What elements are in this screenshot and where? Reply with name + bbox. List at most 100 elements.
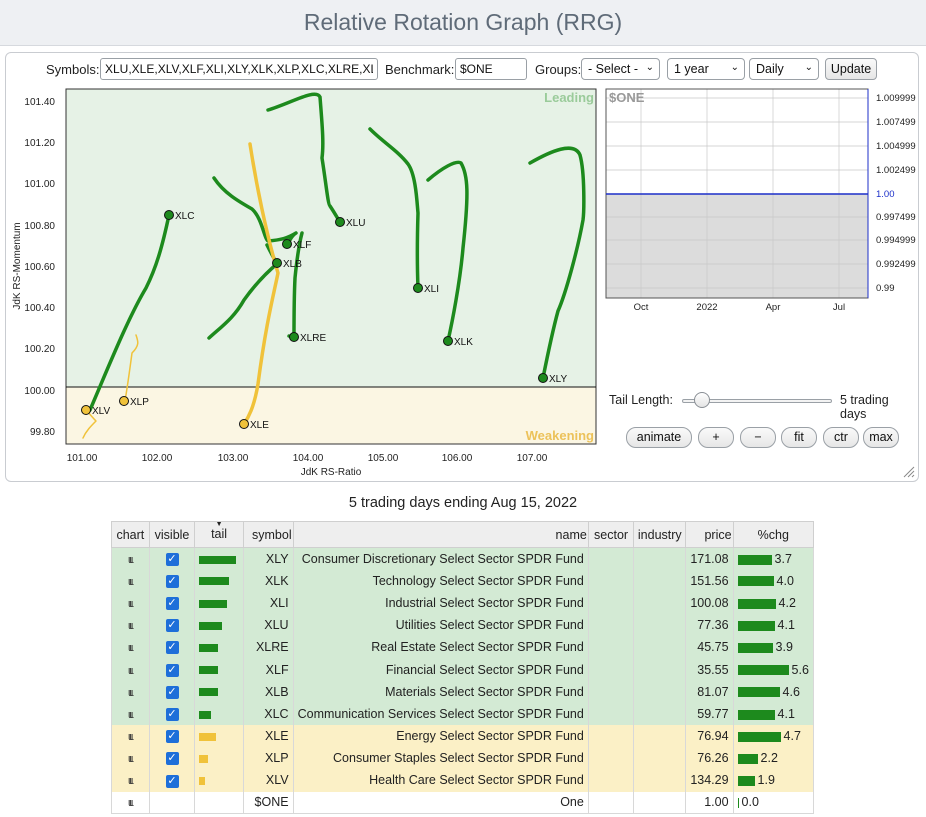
visible-checkbox[interactable]: ✓ — [165, 685, 179, 699]
chart-cell[interactable]: ɩɩɩ — [111, 658, 150, 681]
xlp-marker[interactable] — [119, 396, 129, 406]
xlv-marker[interactable] — [81, 405, 91, 415]
xlre-marker[interactable] — [289, 332, 299, 342]
visible-checkbox[interactable]: ✓ — [165, 752, 179, 766]
chevron-down-icon: ⌄ — [730, 62, 739, 73]
chart-cell[interactable]: ɩɩɩ — [111, 569, 150, 592]
column-header-visible[interactable]: visible — [148, 521, 196, 548]
visible-cell[interactable]: ✓ — [148, 747, 196, 770]
visible-cell[interactable]: ✓ — [148, 702, 196, 725]
column-header-symbol[interactable]: symbol — [242, 521, 294, 548]
visible-checkbox[interactable]: ✓ — [165, 663, 179, 677]
candlestick-chart-icon[interactable]: ɩɩɩ — [128, 797, 133, 809]
table-row[interactable]: ɩɩɩ ✓ XLV Health Care Select Sector SPDR Fu… — [111, 769, 815, 792]
chart-cell[interactable]: ɩɩɩ — [111, 725, 150, 748]
page-title: Relative Rotation Graph (RRG) — [0, 0, 926, 46]
table-row[interactable]: ɩɩɩ ✓ XLI Industrial Select Sector SPDR Fun… — [111, 591, 815, 615]
xlk-marker[interactable] — [443, 336, 453, 346]
visible-cell[interactable]: ✓ — [148, 591, 196, 615]
visible-checkbox[interactable]: ✓ — [165, 641, 179, 655]
candlestick-chart-icon[interactable]: ɩɩɩ — [128, 620, 133, 632]
max-button[interactable]: max — [863, 427, 899, 448]
zoom-in-button[interactable]: + — [698, 427, 734, 448]
chart-cell[interactable]: ɩɩɩ — [111, 747, 150, 770]
table-row[interactable]: ɩɩɩ ✓ XLK Technology Select Sector SPDR Fun… — [111, 569, 815, 592]
visible-cell[interactable]: ✓ — [148, 614, 196, 637]
candlestick-chart-icon[interactable]: ɩɩɩ — [128, 709, 133, 721]
visible-cell[interactable]: ✓ — [148, 636, 196, 659]
frequency-select[interactable]: Daily ⌄ — [749, 58, 819, 80]
xle-marker[interactable] — [239, 419, 249, 429]
visible-checkbox[interactable]: ✓ — [165, 597, 179, 611]
table-row[interactable]: ɩɩɩ $ONE One 1.00 0.0 — [111, 791, 815, 815]
table-row[interactable]: ɩɩɩ ✓ XLB Materials Select Sector SPDR Fund… — [111, 680, 815, 703]
chart-cell[interactable]: ɩɩɩ — [111, 702, 150, 725]
chart-cell[interactable]: ɩɩɩ — [111, 680, 150, 703]
candlestick-chart-icon[interactable]: ɩɩɩ — [128, 775, 133, 787]
visible-cell[interactable] — [148, 791, 196, 815]
chart-cell[interactable]: ɩɩɩ — [111, 547, 150, 570]
visible-checkbox[interactable]: ✓ — [165, 552, 179, 566]
visible-cell[interactable]: ✓ — [148, 680, 196, 703]
column-header-chart[interactable]: chart — [111, 521, 150, 548]
chart-cell[interactable]: ɩɩɩ — [111, 591, 150, 615]
xlf-marker[interactable] — [282, 239, 292, 249]
table-row[interactable]: ɩɩɩ ✓ XLC Communication Services Select Sec… — [111, 702, 815, 725]
tail-length-slider-thumb[interactable] — [694, 392, 710, 408]
visible-checkbox[interactable]: ✓ — [165, 574, 179, 588]
chart-cell[interactable]: ɩɩɩ — [111, 769, 150, 792]
candlestick-chart-icon[interactable]: ɩɩɩ — [128, 687, 133, 699]
pct-change-cell: 4.1 — [732, 614, 815, 637]
table-row[interactable]: ɩɩɩ ✓ XLU Utilities Select Sector SPDR Fund… — [111, 614, 815, 637]
resize-grip-icon[interactable] — [903, 466, 915, 478]
candlestick-chart-icon[interactable]: ɩɩɩ — [128, 598, 133, 610]
xlb-marker[interactable] — [272, 258, 282, 268]
zoom-out-button[interactable]: − — [740, 427, 776, 448]
xlc-marker[interactable] — [164, 210, 174, 220]
chart-cell[interactable]: ɩɩɩ — [111, 614, 150, 637]
column-header-sector[interactable]: sector — [587, 521, 635, 548]
xlu-marker[interactable] — [335, 217, 345, 227]
xly-marker[interactable] — [538, 373, 548, 383]
animate-button[interactable]: animate — [626, 427, 692, 448]
x-tick-labels: 101.00 102.00 103.00 104.00 105.00 106.00 107.… — [67, 453, 548, 464]
candlestick-chart-icon[interactable]: ɩɩɩ — [128, 576, 133, 588]
column-header-industry[interactable]: industry — [633, 521, 687, 548]
visible-checkbox[interactable]: ✓ — [165, 708, 179, 721]
chart-cell[interactable]: ɩɩɩ — [111, 791, 150, 815]
column-header-price[interactable]: price — [685, 521, 734, 548]
period-select[interactable]: 1 year ⌄ — [667, 58, 745, 80]
candlestick-chart-icon[interactable]: ɩɩɩ — [128, 642, 133, 654]
candlestick-chart-icon[interactable]: ɩɩɩ — [128, 753, 133, 765]
candlestick-chart-icon[interactable]: ɩɩɩ — [128, 731, 133, 743]
visible-cell[interactable]: ✓ — [148, 569, 196, 592]
candlestick-chart-icon[interactable]: ɩɩɩ — [128, 665, 133, 677]
pct-change-cell: 4.2 — [732, 591, 815, 615]
y-tick-label: 100.80 — [24, 221, 55, 232]
update-button[interactable]: Update — [825, 58, 877, 80]
table-row[interactable]: ɩɩɩ ✓ XLY Consumer Discretionary Select Sec… — [111, 547, 815, 570]
visible-cell[interactable]: ✓ — [148, 658, 196, 681]
visible-cell[interactable]: ✓ — [148, 725, 196, 748]
symbols-input[interactable] — [100, 58, 378, 80]
benchmark-input[interactable] — [455, 58, 527, 80]
xli-marker[interactable] — [413, 283, 423, 293]
column-header-name[interactable]: name — [292, 521, 589, 548]
center-button[interactable]: ctr — [823, 427, 859, 448]
column-header-pctchg[interactable]: %chg — [732, 521, 815, 548]
table-row[interactable]: ɩɩɩ ✓ XLE Energy Select Sector SPDR Fund 76.… — [111, 725, 815, 748]
candlestick-chart-icon[interactable]: ɩɩɩ — [128, 554, 133, 566]
table-row[interactable]: ɩɩɩ ✓ XLF Financial Select Sector SPDR Fund… — [111, 658, 815, 681]
visible-checkbox[interactable]: ✓ — [165, 619, 179, 633]
groups-select[interactable]: - Select - ⌄ — [581, 58, 660, 80]
visible-cell[interactable]: ✓ — [148, 547, 196, 570]
rrg-chart[interactable]: 101.40 101.20 101.00 100.80 100.60 100.40 100.… — [6, 83, 606, 478]
column-header-tail[interactable]: ▼ tail — [194, 521, 244, 548]
visible-cell[interactable]: ✓ — [148, 769, 196, 792]
table-row[interactable]: ɩɩɩ ✓ XLP Consumer Staples Select Sector SP… — [111, 747, 815, 770]
fit-button[interactable]: fit — [781, 427, 817, 448]
chart-cell[interactable]: ɩɩɩ — [111, 636, 150, 659]
visible-checkbox[interactable]: ✓ — [165, 774, 179, 788]
table-row[interactable]: ɩɩɩ ✓ XLRE Real Estate Select Sector SPDR F… — [111, 636, 815, 659]
visible-checkbox[interactable]: ✓ — [165, 730, 179, 744]
